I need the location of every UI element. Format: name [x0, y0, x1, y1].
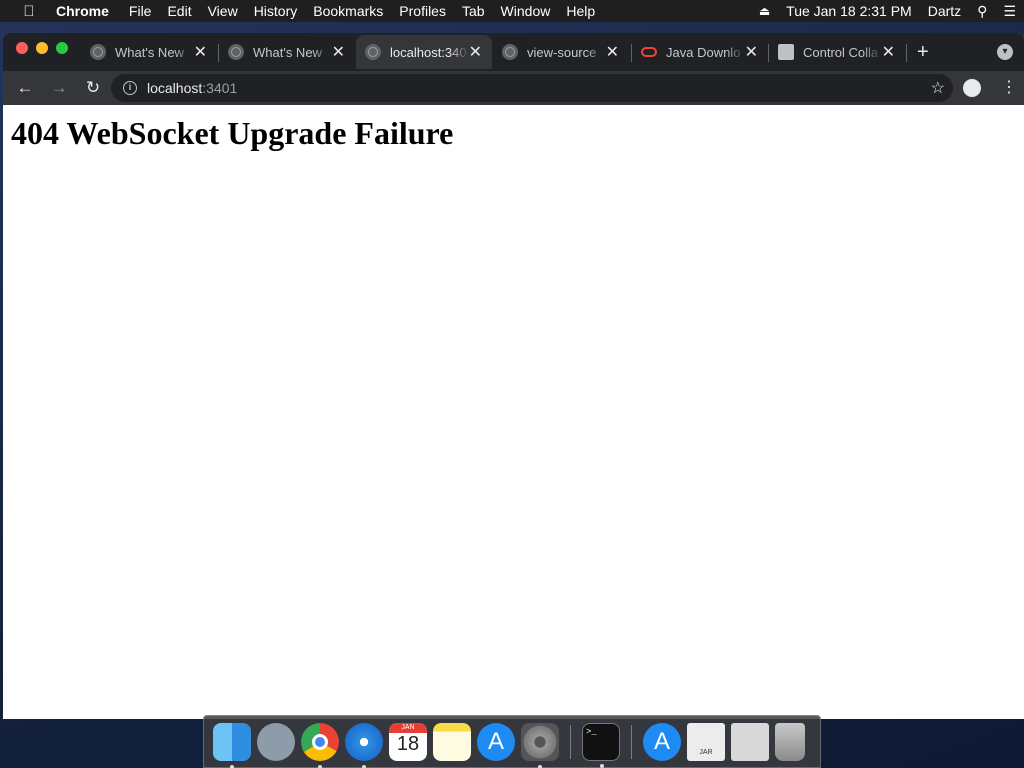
calendar-day: 18: [396, 732, 420, 755]
tab-search-chevron-icon[interactable]: ▾: [997, 44, 1013, 60]
new-tab-button[interactable]: +: [917, 42, 929, 62]
tab-whats-new-2[interactable]: What's New ✕: [219, 37, 355, 67]
menu-profiles[interactable]: Profiles: [391, 3, 454, 19]
globe-icon: [90, 44, 106, 60]
menu-bar:  Chrome File Edit View History Bookmark…: [0, 0, 1024, 22]
calendar-month: JAN: [389, 722, 427, 733]
clock[interactable]: Tue Jan 18 2:31 PM: [778, 3, 920, 19]
app-store-icon[interactable]: A: [477, 722, 515, 761]
dock: JAN 18 A >_ A JAR: [203, 715, 821, 768]
apple-menu-icon[interactable]: : [18, 3, 40, 20]
terminal-prompt: >_: [586, 726, 597, 737]
menu-view[interactable]: View: [200, 3, 246, 19]
screen-sharing-icon[interactable]: [731, 722, 769, 761]
dock-divider: [631, 724, 632, 759]
close-tab-icon[interactable]: ✕: [469, 42, 482, 62]
menu-help[interactable]: Help: [558, 3, 603, 19]
reload-icon[interactable]: ↻: [81, 78, 105, 98]
globe-icon: [228, 44, 244, 60]
notes-icon[interactable]: [433, 722, 471, 761]
tab-title: What's New: [253, 44, 322, 60]
menu-window[interactable]: Window: [493, 3, 559, 19]
menu-file[interactable]: File: [121, 3, 160, 19]
jar-label: JAR: [699, 748, 713, 756]
url-port: :3401: [202, 80, 238, 96]
tab-strip: What's New ✕ What's New ✕ localhost:3401…: [3, 33, 1024, 71]
close-tab-icon[interactable]: ✕: [194, 42, 207, 62]
globe-icon: [365, 44, 381, 60]
trash-icon[interactable]: [775, 722, 805, 761]
calendar-icon[interactable]: JAN 18: [389, 722, 427, 761]
launchpad-icon[interactable]: [257, 722, 295, 761]
browser-window: What's New ✕ What's New ✕ localhost:3401…: [3, 33, 1024, 719]
notification-center-icon[interactable]: ☰: [995, 3, 1024, 20]
jar-file-icon[interactable]: JAR: [687, 722, 725, 761]
tab-whats-new-1[interactable]: What's New ✕: [81, 37, 217, 67]
tab-title: view-source: [527, 44, 597, 60]
kebab-menu-icon[interactable]: ⋮: [1001, 78, 1017, 98]
eject-icon[interactable]: ⏏: [751, 4, 778, 18]
user-menu[interactable]: Dartz: [920, 3, 969, 19]
menu-tab[interactable]: Tab: [454, 3, 493, 19]
menu-history[interactable]: History: [246, 3, 306, 19]
forward-arrow-icon[interactable]: →: [47, 78, 71, 98]
tab-divider: [906, 44, 907, 62]
menu-bar-status-area: ⏏ Tue Jan 18 2:31 PM Dartz ⚲ ☰: [751, 3, 1024, 20]
oracle-icon: [641, 47, 657, 57]
tab-title: localhost:3401: [390, 44, 469, 60]
close-tab-icon[interactable]: ✕: [606, 42, 619, 62]
control-icon: [778, 44, 794, 60]
tab-localhost-active[interactable]: localhost:3401 ✕: [356, 35, 492, 69]
tab-control-collaboration[interactable]: Control Colla ✕: [769, 37, 905, 67]
maximize-window-button[interactable]: [56, 42, 68, 54]
site-info-icon[interactable]: i: [123, 81, 137, 95]
page-title: 404 WebSocket Upgrade Failure: [11, 115, 454, 151]
window-controls: [16, 42, 68, 54]
menu-edit[interactable]: Edit: [159, 3, 199, 19]
close-tab-icon[interactable]: ✕: [745, 42, 758, 62]
close-tab-icon[interactable]: ✕: [882, 42, 895, 62]
dock-divider: [570, 724, 571, 759]
chrome-icon[interactable]: [301, 722, 339, 768]
tab-view-source[interactable]: view-source ✕: [493, 37, 629, 67]
close-window-button[interactable]: [16, 42, 28, 54]
system-preferences-icon[interactable]: [521, 722, 559, 768]
page-content: 404 WebSocket Upgrade Failure: [3, 105, 1024, 719]
tab-java-download[interactable]: Java Downlo ✕: [632, 37, 768, 67]
minimize-window-button[interactable]: [36, 42, 48, 54]
spotlight-search-icon[interactable]: ⚲: [969, 3, 995, 20]
app-store-download-icon[interactable]: A: [643, 722, 681, 761]
browser-toolbar: ← → ↻ i localhost :3401 ☆ ⋮: [3, 71, 1024, 105]
app-menu[interactable]: Chrome: [48, 3, 117, 19]
finder-icon[interactable]: [213, 722, 251, 768]
terminal-icon[interactable]: >_: [582, 722, 620, 768]
profile-avatar-icon[interactable]: [963, 79, 981, 97]
back-arrow-icon[interactable]: ←: [13, 78, 37, 98]
close-tab-icon[interactable]: ✕: [332, 42, 345, 62]
address-bar[interactable]: i localhost :3401 ☆: [111, 74, 953, 102]
tab-title: What's New: [115, 44, 184, 60]
bookmark-star-icon[interactable]: ☆: [931, 78, 945, 98]
url-host: localhost: [147, 80, 203, 96]
tab-title: Control Colla: [803, 44, 879, 60]
safari-icon[interactable]: [345, 722, 383, 768]
menu-bookmarks[interactable]: Bookmarks: [305, 3, 391, 19]
globe-icon: [502, 44, 518, 60]
tab-title: Java Downlo: [666, 44, 741, 60]
